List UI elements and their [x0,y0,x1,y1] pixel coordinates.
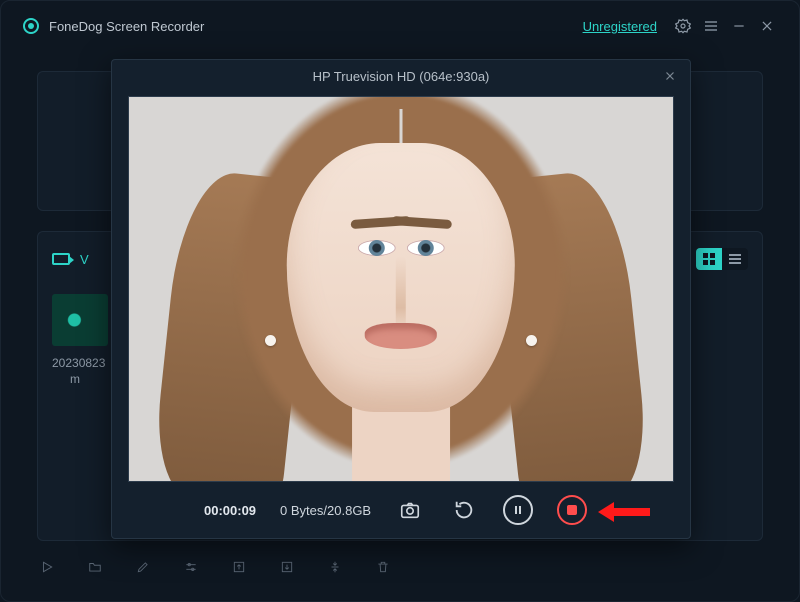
app-window: FoneDog Screen Recorder Unregistered Vid… [0,0,800,602]
webcam-preview-frame [128,96,674,482]
sliders-icon[interactable] [181,557,201,577]
recording-thumbnail[interactable] [52,294,108,346]
app-name: FoneDog Screen Recorder [49,19,204,34]
pause-button[interactable] [503,495,533,525]
app-logo-wrap: FoneDog Screen Recorder [23,18,204,34]
edit-icon[interactable] [133,557,153,577]
stop-button[interactable] [557,495,587,525]
webcam-tab-label[interactable]: V [80,252,89,267]
settings-gear-icon[interactable] [669,12,697,40]
stop-icon [567,505,577,515]
restart-icon[interactable] [449,495,479,525]
view-toggle [696,248,748,270]
modal-title: HP Truevision HD (064e:930a) [313,69,490,84]
webcam-preview-modal: HP Truevision HD (064e:930a) 00:00:0 [111,59,691,539]
trash-icon[interactable] [373,557,393,577]
minimize-button[interactable] [725,12,753,40]
modal-header: HP Truevision HD (064e:930a) [112,60,690,92]
annotation-arrow [598,502,650,522]
title-bar: FoneDog Screen Recorder Unregistered [1,1,799,51]
menu-icon[interactable] [697,12,725,40]
recording-timer: 00:00:09 [204,503,256,518]
list-view-icon[interactable] [722,248,748,270]
app-logo-icon [23,18,39,34]
folder-icon[interactable] [85,557,105,577]
webcam-tab-icon [52,253,70,265]
grid-view-icon[interactable] [696,248,722,270]
bottom-toolbar [37,551,763,583]
compress-icon[interactable] [325,557,345,577]
modal-close-icon[interactable] [660,66,680,86]
snapshot-camera-icon[interactable] [395,495,425,525]
recording-size: 0 Bytes/20.8GB [280,503,371,518]
play-icon[interactable] [37,557,57,577]
unregistered-link[interactable]: Unregistered [583,19,657,34]
close-button[interactable] [753,12,781,40]
export-icon[interactable] [229,557,249,577]
share-icon[interactable] [277,557,297,577]
